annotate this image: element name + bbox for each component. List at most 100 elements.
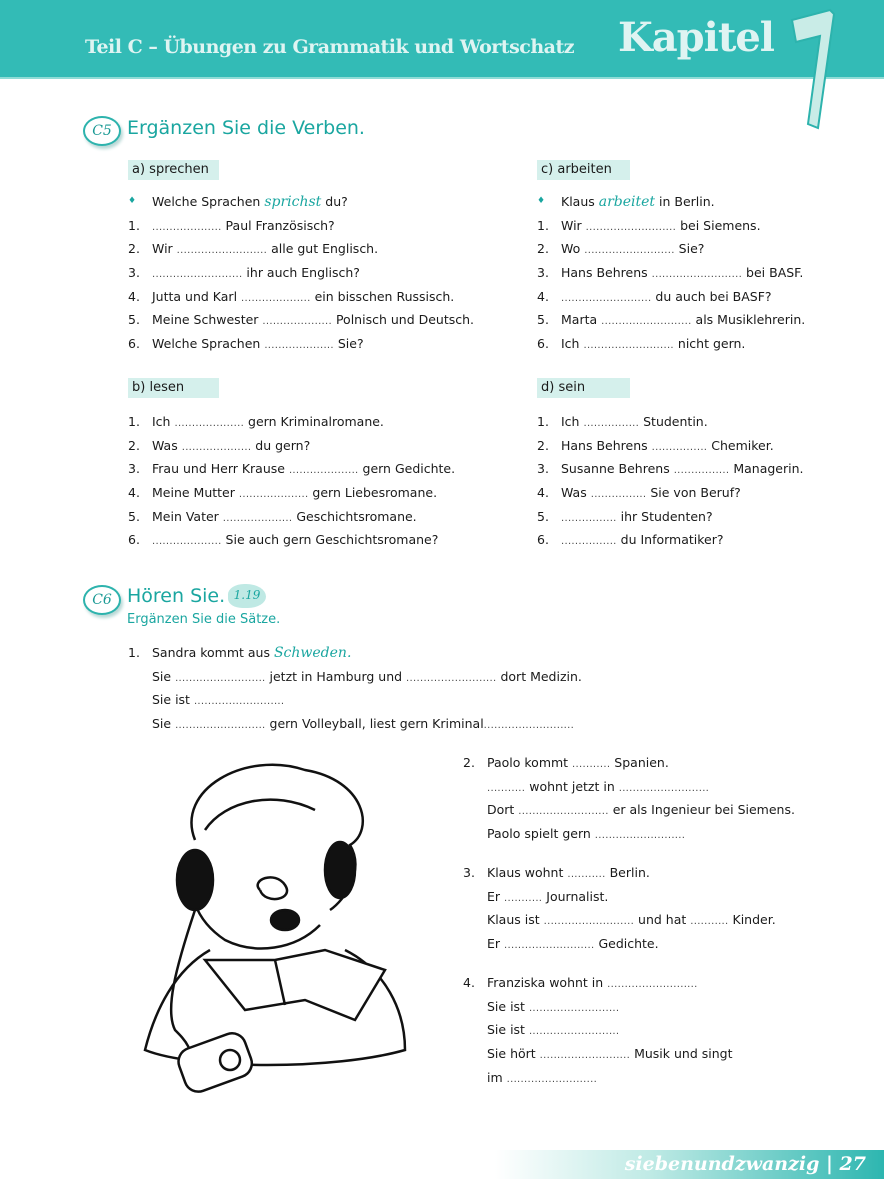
answer-blank[interactable]: ...........: [487, 783, 525, 794]
line-text: Welche Sprachen: [152, 336, 265, 352]
answer-blank[interactable]: ..........................: [175, 720, 265, 731]
line-text: Hans Behrens: [561, 437, 652, 453]
line-text: alle gut Englisch.: [267, 241, 379, 257]
line-text: bei Siemens.: [676, 217, 761, 233]
line-text: Was: [561, 485, 591, 501]
header-title: Teil C – Übungen zu Grammatik und Wortsc…: [85, 36, 575, 58]
item-number: 2.: [537, 241, 549, 257]
item-number: 4.: [463, 975, 475, 990]
answer-blank[interactable]: ..........................: [507, 1074, 597, 1085]
answer-blank[interactable]: ................: [561, 536, 617, 547]
line-text: ihr Studenten?: [616, 508, 713, 524]
answer-blank[interactable]: ..........................: [607, 979, 697, 990]
answer-blank[interactable]: ...........: [572, 759, 610, 770]
item-number: 5.: [537, 508, 549, 524]
line-text: Klaus ist: [487, 912, 544, 928]
line-text: nicht gern.: [673, 336, 746, 352]
line-text: er als Ingenieur bei Siemens.: [608, 802, 795, 818]
line-text: Paul Französisch?: [221, 217, 335, 233]
line-text: Mein Vater: [152, 508, 223, 524]
line-text: Wo: [561, 241, 585, 257]
line-text: Er: [487, 936, 505, 952]
answer-blank[interactable]: ..........................: [619, 783, 709, 794]
answer-blank[interactable]: ..........................: [595, 830, 685, 841]
item-number: 3.: [537, 461, 549, 477]
answer-blank[interactable]: ..........................: [561, 293, 651, 304]
exercise-badge-c6: C6: [83, 585, 121, 615]
answer-blank[interactable]: ....................: [262, 316, 332, 327]
line-text: Gedichte.: [594, 936, 659, 952]
section-label-c: c) arbeiten: [537, 160, 630, 180]
answer-blank[interactable]: ................: [674, 465, 730, 476]
line-text: Dort: [487, 802, 519, 818]
answer-blank[interactable]: ..........................: [583, 340, 673, 351]
line-text: Chemiker.: [707, 437, 774, 453]
item-number: 4.: [537, 288, 549, 304]
line-text: Klaus wohnt: [487, 865, 568, 880]
line-text: du gern?: [251, 437, 311, 453]
answer-blank[interactable]: ..........................: [601, 316, 691, 327]
audio-track-badge[interactable]: 1.19: [228, 584, 266, 608]
answer-blank[interactable]: ................: [583, 418, 639, 429]
answer-blank[interactable]: ..........................: [504, 940, 594, 951]
line-text: Ich: [561, 336, 584, 352]
line-text: wohnt jetzt in: [525, 778, 619, 794]
example-marker: ♦: [128, 196, 137, 206]
answer-blank[interactable]: ...........: [690, 916, 728, 927]
item-number: 6.: [128, 532, 140, 548]
answer-blank[interactable]: ....................: [223, 513, 293, 524]
answer-blank[interactable]: ..........................: [529, 1003, 619, 1014]
page-word: siebenundzwanzig: [624, 1153, 820, 1175]
answer-blank[interactable]: ....................: [241, 293, 311, 304]
line-text: als Musiklehrerin.: [691, 312, 806, 328]
item-number: 2.: [128, 241, 140, 257]
line-text: Sie ist: [487, 1022, 529, 1038]
line-text: Sie ist: [487, 998, 529, 1014]
answer-blank[interactable]: ...........: [504, 893, 542, 904]
answer-blank[interactable]: ................: [561, 513, 617, 524]
answer-blank[interactable]: ..........................: [586, 222, 676, 233]
line-text: Meine Mutter: [152, 485, 239, 501]
answer-blank[interactable]: ...........: [567, 869, 605, 880]
exercise-subtitle-c6: Ergänzen Sie die Sätze.: [127, 612, 281, 627]
answer-blank[interactable]: ..........................: [152, 269, 242, 280]
answer-blank[interactable]: ..........................: [540, 1050, 630, 1061]
line-text: Berlin.: [605, 865, 650, 880]
answer-blank[interactable]: ................: [591, 489, 647, 500]
answer-blank[interactable]: ....................: [239, 489, 309, 500]
answer-blank[interactable]: ....................: [182, 442, 252, 453]
line-text: Musik und singt: [630, 1046, 733, 1062]
answer-blank[interactable]: ..........................: [584, 245, 674, 256]
line-text: Franziska wohnt in: [487, 975, 608, 990]
line-text: Sie ist: [152, 692, 194, 708]
answer-blank[interactable]: ..........................: [544, 916, 634, 927]
answer-blank[interactable]: ..........................: [652, 269, 742, 280]
answer-blank[interactable]: ....................: [174, 418, 244, 429]
line-text: Welche Sprachen: [152, 194, 265, 209]
answer-blank[interactable]: ..........................: [175, 673, 265, 684]
answer-blank[interactable]: ..........................: [518, 806, 608, 817]
section-label-a: a) sprechen: [128, 160, 219, 180]
item-number: 6.: [128, 336, 140, 352]
line-text: Spanien.: [610, 755, 669, 770]
answer-blank[interactable]: ..........................: [194, 696, 284, 707]
line-text: gern Volleyball, liest gern Kriminal: [265, 716, 484, 732]
line-text: Sie?: [333, 336, 364, 352]
answer-blank[interactable]: ..........................: [484, 720, 574, 731]
answer-blank[interactable]: ................: [652, 442, 708, 453]
line-text: Sandra kommt aus: [152, 645, 274, 660]
illustration-reading-with-headphones: [143, 763, 407, 1093]
answer-blank[interactable]: ....................: [289, 465, 359, 476]
line-text: im: [487, 1069, 507, 1085]
line-text: du Informatiker?: [616, 532, 724, 548]
item-number: 1.: [128, 645, 140, 660]
answer-blank[interactable]: ..........................: [177, 245, 267, 256]
answer-blank[interactable]: ..........................: [529, 1026, 619, 1037]
answer-blank[interactable]: ....................: [264, 340, 334, 351]
line-text: Marta: [561, 312, 602, 328]
answer-blank[interactable]: ..........................: [406, 673, 496, 684]
answer-blank[interactable]: ....................: [152, 536, 222, 547]
line-text: Studentin.: [639, 414, 708, 429]
answer-blank[interactable]: ....................: [152, 222, 222, 233]
line-text: Susanne Behrens: [561, 461, 674, 477]
